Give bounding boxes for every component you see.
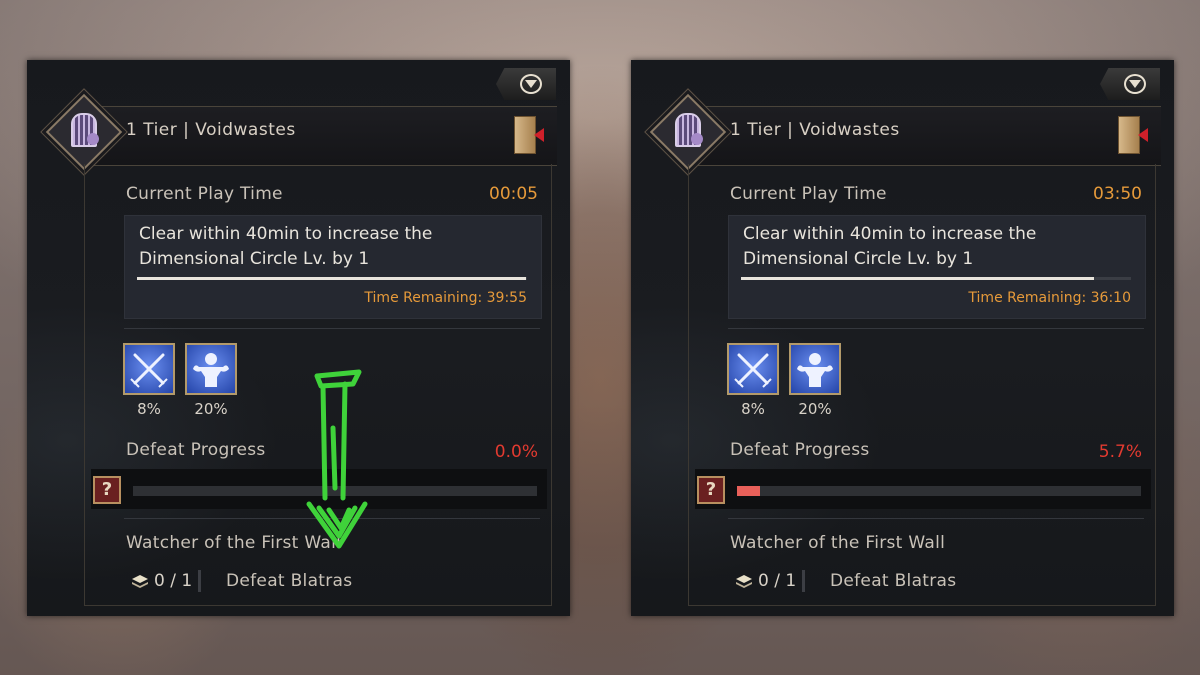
objective-count: 0 / 1 — [154, 571, 193, 591]
mission-text: Clear within 40min to increase the Dimen… — [743, 224, 1037, 269]
time-remaining-fill — [137, 277, 527, 280]
time-remaining-fill — [741, 277, 1094, 280]
exit-dungeon-button[interactable] — [512, 116, 546, 154]
defeat-progress-value: 5.7% — [1098, 442, 1142, 462]
exit-dungeon-button[interactable] — [1116, 116, 1150, 154]
defeat-progress-bar — [737, 486, 1141, 496]
collapse-icon — [520, 74, 542, 94]
help-button[interactable]: ? — [697, 476, 725, 504]
objective-count: 0 / 1 — [758, 571, 797, 591]
play-time-value: 00:05 — [489, 184, 538, 204]
strength-buff-value: 20% — [798, 400, 832, 418]
attack-buff-value: 8% — [137, 400, 161, 418]
collapse-panel-button[interactable] — [1100, 68, 1160, 100]
time-remaining-bar — [741, 277, 1131, 280]
divider — [802, 570, 805, 592]
dungeon-title: 1 Tier | Voidwastes — [730, 120, 900, 140]
dungeon-gate-emblem-icon — [45, 93, 123, 171]
dungeon-gate-emblem-icon — [649, 93, 727, 171]
help-button[interactable]: ? — [93, 476, 121, 504]
objective-text: Defeat Blatras — [226, 571, 353, 591]
crossed-swords-icon[interactable] — [123, 343, 175, 395]
defeat-progress-row: ? — [695, 469, 1151, 509]
collapse-icon — [1124, 74, 1146, 94]
mission-text: Clear within 40min to increase the Dimen… — [139, 224, 433, 269]
mission-box: Clear within 40min to increase the Dimen… — [124, 215, 542, 319]
defeat-progress-value: 0.0% — [494, 442, 538, 462]
divider — [728, 518, 1144, 519]
divider — [728, 328, 1144, 329]
muscle-strength-icon[interactable] — [185, 343, 237, 395]
crossed-swords-icon[interactable] — [727, 343, 779, 395]
exit-door-icon — [1118, 116, 1140, 154]
muscle-strength-icon[interactable] — [789, 343, 841, 395]
objective-text: Defeat Blatras — [830, 571, 957, 591]
dungeon-status-panel-left: 1 Tier | Voidwastes Current Play Time 00… — [27, 60, 570, 616]
divider — [124, 328, 540, 329]
play-time-value: 03:50 — [1093, 184, 1142, 204]
objective-title: Watcher of the First Wall — [730, 533, 946, 553]
mission-box: Clear within 40min to increase the Dimen… — [728, 215, 1146, 319]
exit-door-icon — [514, 116, 536, 154]
dungeon-title: 1 Tier | Voidwastes — [126, 120, 296, 140]
time-remaining-text: Time Remaining: 39:55 — [364, 290, 527, 306]
layers-icon — [736, 575, 752, 588]
defeat-progress-label: Defeat Progress — [730, 440, 870, 460]
collapse-panel-button[interactable] — [496, 68, 556, 100]
dungeon-status-panel-right: 1 Tier | Voidwastes Current Play Time 03… — [631, 60, 1174, 616]
play-time-label: Current Play Time — [730, 184, 887, 204]
divider — [198, 570, 201, 592]
defeat-progress-fill — [737, 486, 761, 496]
time-remaining-bar — [137, 277, 527, 280]
green-arrow-annotation — [306, 369, 368, 549]
defeat-progress-label: Defeat Progress — [126, 440, 266, 460]
attack-buff-value: 8% — [741, 400, 765, 418]
play-time-label: Current Play Time — [126, 184, 283, 204]
time-remaining-text: Time Remaining: 36:10 — [968, 290, 1131, 306]
layers-icon — [132, 575, 148, 588]
strength-buff-value: 20% — [194, 400, 228, 418]
